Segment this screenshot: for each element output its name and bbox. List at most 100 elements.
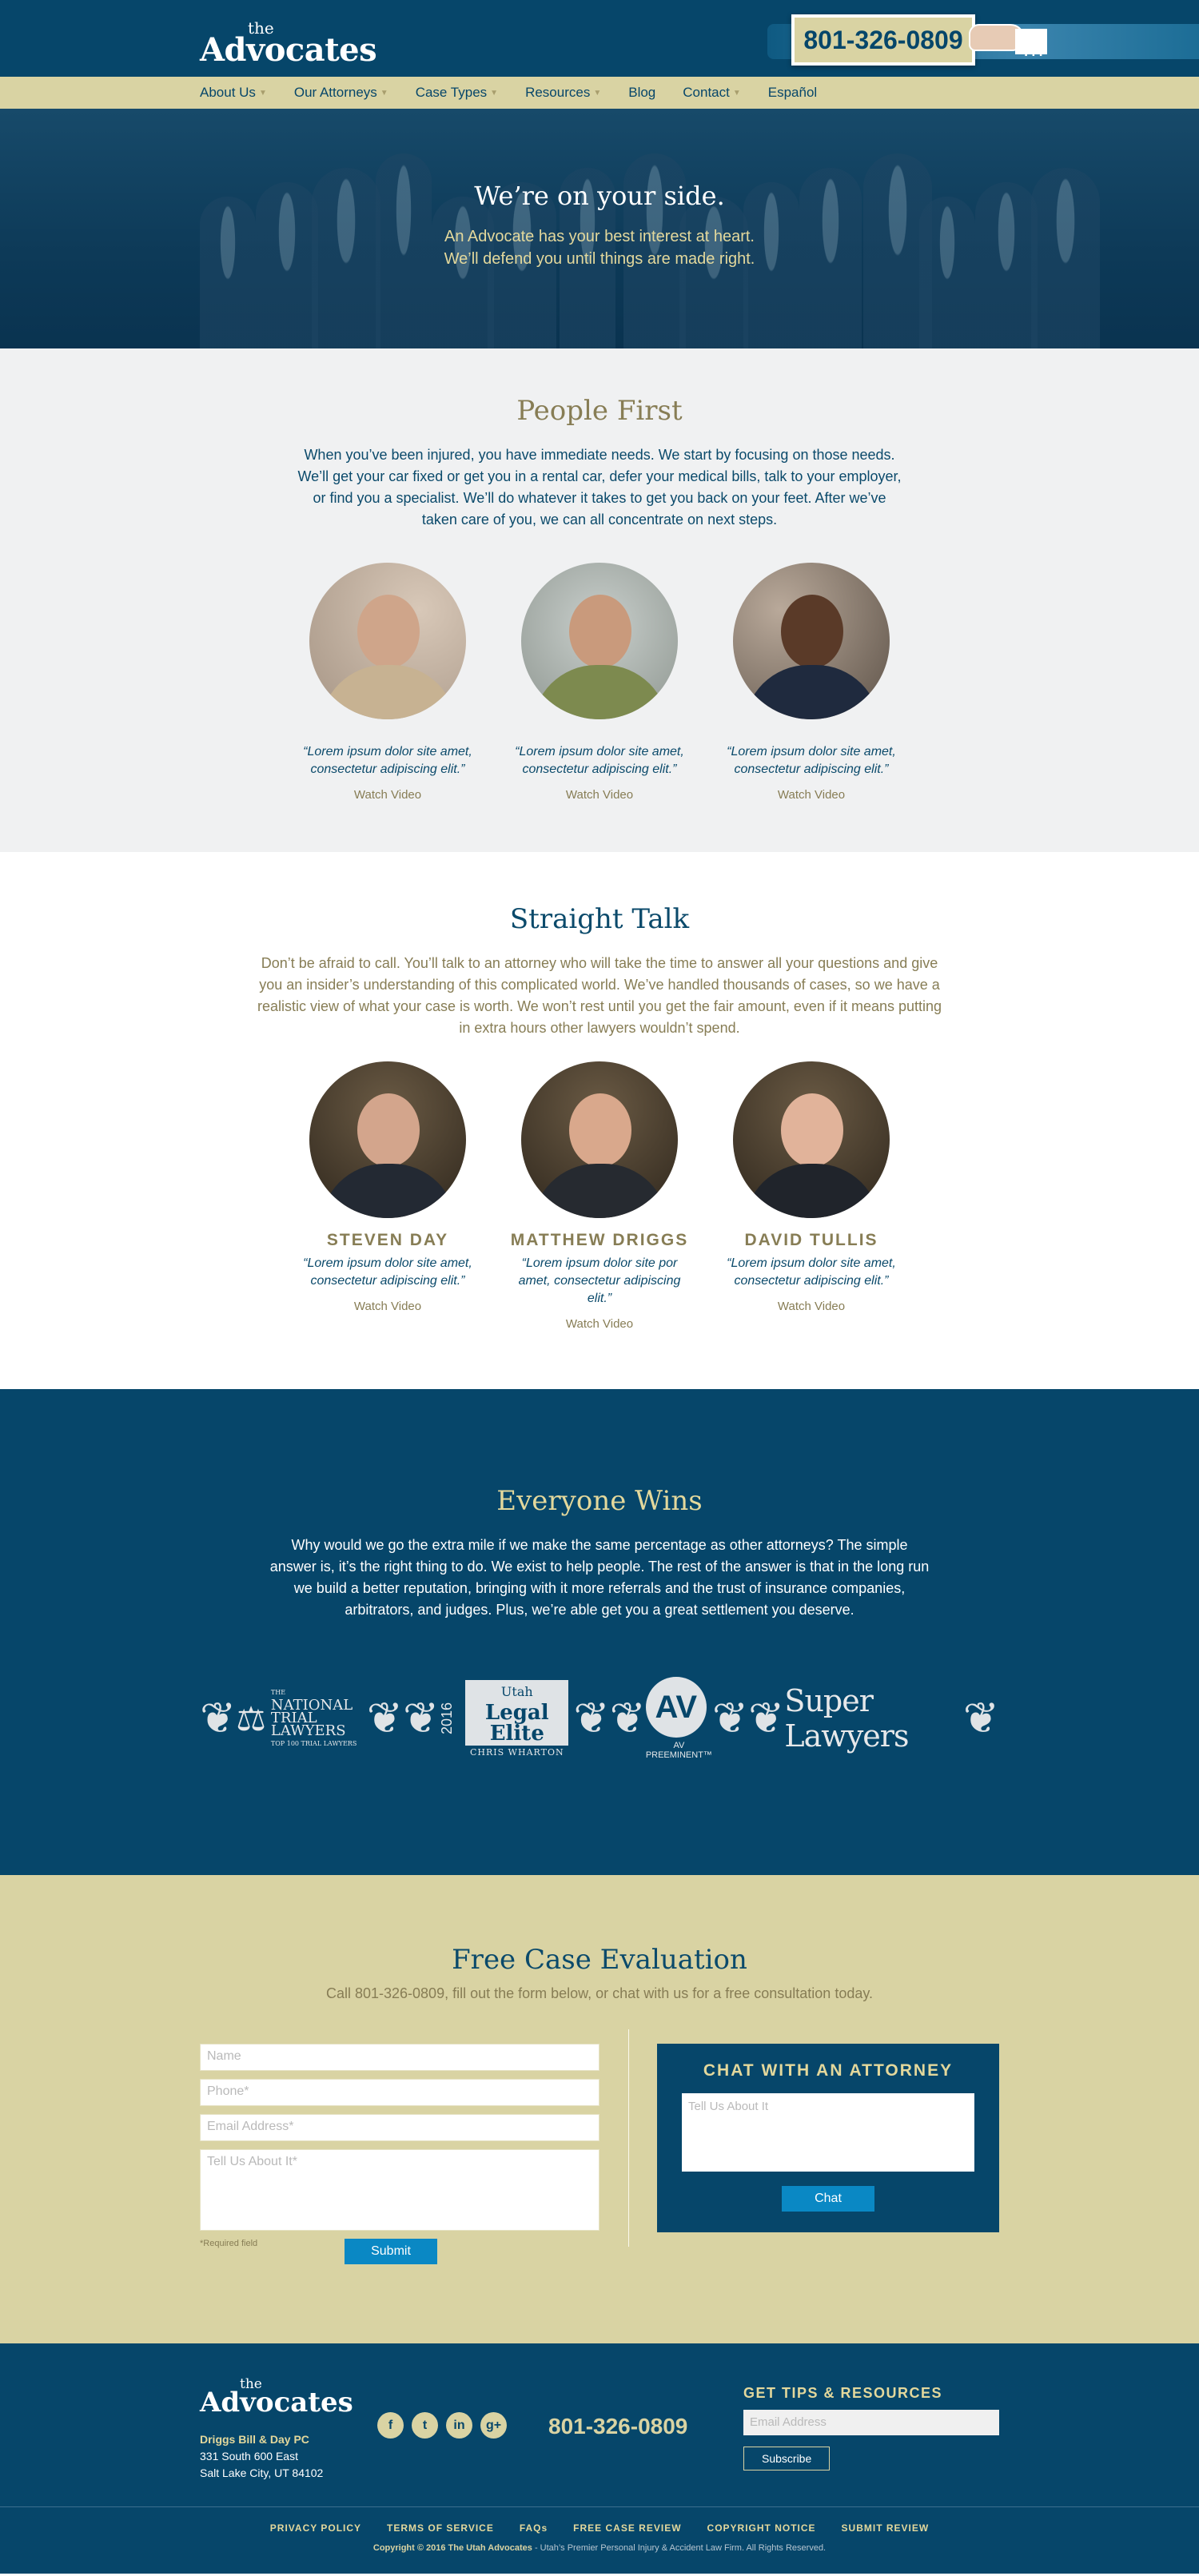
watch-video-link[interactable]: Watch Video — [508, 1317, 691, 1331]
testimonial-card: “Lorem ipsum dolor site amet, consectetu… — [719, 563, 903, 802]
laurel-left-icon: ❦ — [609, 1694, 646, 1742]
chevron-down-icon: ▼ — [490, 88, 499, 98]
tips-title: GET TIPS & RESOURCES — [743, 2385, 943, 2401]
laurel-right-icon: ❦ — [366, 1694, 404, 1742]
client-photo-woman-baby[interactable] — [309, 563, 466, 719]
message-field[interactable]: Tell Us About It* — [200, 2149, 600, 2231]
watch-video-link[interactable]: Watch Video — [719, 1300, 903, 1313]
straight-talk-body: Don’t be afraid to call. You’ll talk to … — [257, 955, 942, 1036]
badge-text: CHRIS WHARTON — [470, 1746, 564, 1758]
straight-talk-title: Straight Talk — [509, 903, 690, 935]
newsletter-email-field[interactable]: Email Address — [743, 2410, 999, 2435]
straight-talk-section: Straight Talk Don’t be afraid to call. Y… — [0, 852, 1199, 1389]
footer-link-faqs[interactable]: FAQs — [520, 2522, 548, 2534]
watch-video-link[interactable]: Watch Video — [296, 1300, 480, 1313]
phone-field[interactable]: Phone* — [200, 2079, 600, 2106]
facebook-icon[interactable]: f — [377, 2412, 404, 2439]
nav-item-case-types[interactable]: Case Types ▼ — [416, 85, 498, 101]
footer-link-free-case-review[interactable]: FREE CASE REVIEW — [573, 2522, 681, 2534]
logo-name: Advocates — [200, 31, 377, 69]
chat-button[interactable]: Chat — [782, 2186, 874, 2212]
chevron-down-icon: ▼ — [732, 88, 741, 98]
attorney-name: DAVID TULLIS — [744, 1231, 878, 1249]
logo-name: Advocates — [200, 2387, 353, 2419]
nav-label: Contact — [683, 85, 730, 100]
nav-item-contact[interactable]: Contact ▼ — [683, 85, 741, 101]
evaluation-title: Free Case Evaluation — [452, 1944, 747, 1976]
watch-video-link[interactable]: Watch Video — [719, 788, 903, 802]
badge-text: TOP 100 TRIAL LAWYERS — [270, 1740, 357, 1747]
evaluation-subtitle: Call 801-326-0809, fill out the form bel… — [325, 1985, 874, 2001]
testimonial-quote: “Lorem ipsum dolor site amet, consectetu… — [303, 745, 472, 776]
email-field[interactable]: Email Address* — [200, 2114, 600, 2141]
testimonial-card: “Lorem ipsum dolor site amet, consectetu… — [296, 563, 480, 802]
site-footer: the Advocates Driggs Bill & Day PC 331 S… — [0, 2343, 1199, 2574]
chevron-down-icon: ▼ — [258, 88, 267, 98]
laurel-right-icon: ❦ — [711, 1694, 749, 1742]
header-phone-card[interactable]: 801-326-0809 — [791, 14, 975, 66]
nav-item-resources[interactable]: Resources ▼ — [525, 85, 601, 101]
twitter-icon[interactable]: t — [412, 2412, 438, 2439]
attorney-photo-david-tullis[interactable] — [733, 1061, 890, 1218]
chat-message-field[interactable]: Tell Us About It — [682, 2093, 974, 2172]
laurel-right-icon: ❦ — [962, 1694, 1000, 1742]
newsletter-signup: GET TIPS & RESOURCES Email Address Subsc… — [743, 2385, 999, 2470]
google-plus-icon[interactable]: g+ — [480, 2412, 507, 2439]
social-links: f t in g+ — [377, 2412, 515, 2439]
people-first-title: People First — [516, 395, 683, 427]
national-trial-lawyers-badge: ❦ ⚖ THE NATIONAL TRIAL LAWYERS TOP 100 T… — [200, 1686, 403, 1750]
attorney-quote: “Lorem ipsum dolor site por amet, consec… — [518, 1256, 681, 1305]
nav-item-blog[interactable]: Blog — [628, 85, 655, 101]
av-preeminent-badge: ❦ AV AV PREEMINENT™ ❦ — [609, 1677, 749, 1760]
testimonial-quote: “Lorem ipsum dolor site amet, consectetu… — [515, 745, 684, 776]
evaluation-form: Name Phone* Email Address* Tell Us About… — [200, 2044, 600, 2248]
laurel-left-icon: ❦ — [403, 1694, 440, 1742]
watch-video-link[interactable]: Watch Video — [296, 788, 480, 802]
nav-item-our-attorneys[interactable]: Our Attorneys ▼ — [294, 85, 388, 101]
badge-year: 2016 — [439, 1702, 456, 1735]
attorney-quote: “Lorem ipsum dolor site amet, consectetu… — [727, 1256, 896, 1288]
everyone-wins-title: Everyone Wins — [496, 1485, 703, 1517]
chat-title: CHAT WITH AN ATTORNEY — [703, 2061, 954, 2080]
attorney-cards: STEVEN DAY “Lorem ipsum dolor site amet,… — [296, 1061, 903, 1331]
footer-link-privacy-policy[interactable]: PRIVACY POLICY — [270, 2522, 361, 2534]
site-header: the Advocates 801-326-0809 ... — [0, 0, 1199, 77]
footer-phone[interactable]: 801-326-0809 — [548, 2414, 687, 2439]
address-line-1: 331 South 600 East — [200, 2450, 298, 2463]
attorney-card: DAVID TULLIS “Lorem ipsum dolor site ame… — [719, 1061, 903, 1331]
av-mark: AV — [645, 1677, 707, 1738]
super-lawyers-badge: ❦ Super Lawyers ❦ — [748, 1683, 999, 1754]
nav-label: About Us — [200, 85, 256, 100]
watch-video-link[interactable]: Watch Video — [508, 788, 691, 802]
submit-button[interactable]: Submit — [345, 2239, 437, 2264]
nav-label: Our Attorneys — [293, 85, 377, 100]
form-divider — [628, 2029, 629, 2247]
nav-item-about-us[interactable]: About Us ▼ — [200, 85, 267, 101]
site-logo[interactable]: the Advocates — [200, 20, 377, 69]
nav-label: Case Types — [415, 85, 488, 100]
laurel-left-icon: ❦ — [748, 1694, 785, 1742]
attorney-photo-steven-day[interactable] — [309, 1061, 466, 1218]
footer-link-terms-of-service[interactable]: TERMS OF SERVICE — [387, 2522, 494, 2534]
people-first-section: People First When you’ve been injured, y… — [0, 348, 1199, 852]
footer-link-submit-review[interactable]: SUBMIT REVIEW — [842, 2522, 930, 2534]
chevron-down-icon: ▼ — [380, 88, 388, 98]
hero-banner: We’re on your side. An Advocate has your… — [0, 109, 1199, 348]
everyone-wins-body: Why would we go the extra mile if we mak… — [269, 1537, 930, 1618]
attorney-card: STEVEN DAY “Lorem ipsum dolor site amet,… — [296, 1061, 480, 1331]
linkedin-icon[interactable]: in — [446, 2412, 472, 2439]
badge-text: AV PREEMINENT™ — [645, 1741, 712, 1760]
subscribe-button[interactable]: Subscribe — [743, 2447, 831, 2470]
copyright-rest: - Utah’s Premier Personal Injury & Accid… — [532, 2543, 827, 2553]
client-photo-young-man[interactable] — [733, 563, 890, 719]
nav-item-espanol[interactable]: Español — [768, 85, 817, 101]
award-badges: ❦ ⚖ THE NATIONAL TRIAL LAWYERS TOP 100 T… — [200, 1677, 999, 1760]
attorney-photo-matthew-driggs[interactable] — [521, 1061, 678, 1218]
copyright-text: Copyright © 2016 The Utah Advocates - Ut… — [0, 2543, 1199, 2553]
client-photo-man-beard[interactable] — [521, 563, 678, 719]
footer-link-copyright-notice[interactable]: COPYRIGHT NOTICE — [707, 2522, 816, 2534]
attorney-name: MATTHEW DRIGGS — [510, 1231, 689, 1249]
name-field[interactable]: Name — [200, 2044, 600, 2071]
footer-logo[interactable]: the Advocates — [200, 2378, 353, 2419]
lady-justice-icon: ⚖ — [236, 1699, 266, 1738]
